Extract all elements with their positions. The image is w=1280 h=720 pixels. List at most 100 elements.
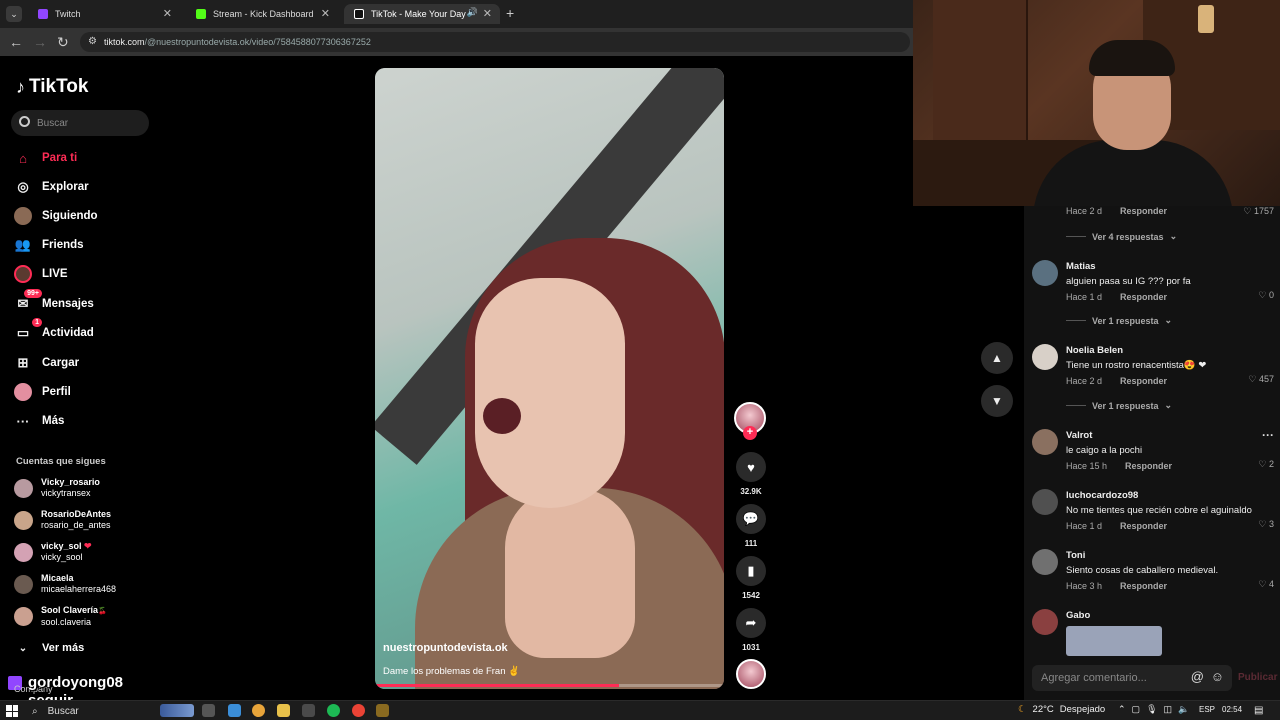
- reply-button[interactable]: Responder: [1120, 376, 1167, 386]
- video-player[interactable]: nuestropuntodevista.ok Dame los problema…: [375, 68, 724, 689]
- comments-panel: Hace 2 d Responder ♡ 1757 Ver 4 respuest…: [1024, 206, 1280, 666]
- comment-like[interactable]: ♡ 2: [1258, 459, 1274, 470]
- video-author[interactable]: nuestropuntodevista.ok: [383, 642, 508, 654]
- tiktok-note-icon: ♪: [16, 76, 25, 97]
- windows-start-icon[interactable]: [6, 705, 18, 717]
- taskbar-search[interactable]: ⌕ Buscar: [26, 703, 156, 719]
- tab-list-dropdown-icon[interactable]: ⌄: [6, 6, 22, 22]
- nav-friends[interactable]: 👥 Friends: [14, 233, 84, 257]
- app-icon[interactable]: [376, 704, 389, 717]
- nav-cargar[interactable]: ⊞ Cargar: [14, 351, 80, 375]
- tab-close-icon[interactable]: ✕: [163, 7, 172, 20]
- comment-user[interactable]: Noelia Belen: [1066, 345, 1206, 356]
- comment-user[interactable]: Toni: [1066, 550, 1218, 561]
- tab-close-icon[interactable]: ✕: [321, 7, 330, 20]
- forward-icon[interactable]: →: [33, 34, 47, 50]
- twitch-favicon-icon: [38, 9, 48, 19]
- view-replies-button[interactable]: Ver 1 respuesta ⌄: [1066, 315, 1172, 326]
- comment: Gabo: [1066, 610, 1162, 656]
- app-icon[interactable]: [352, 704, 365, 717]
- chevron-up-icon: ▲: [991, 351, 1003, 365]
- comment-user[interactable]: Matias: [1066, 261, 1191, 272]
- tab-twitch[interactable]: Twitch ✕: [28, 4, 180, 24]
- comment: Noelia Belen Tiene un rostro renacentist…: [1066, 345, 1206, 386]
- nav-para-ti[interactable]: ⌂ Para ti: [14, 146, 77, 170]
- avatar[interactable]: [1032, 609, 1058, 635]
- reply-button[interactable]: Responder: [1120, 292, 1167, 302]
- following-account[interactable]: Micaela micaelaherrera468: [14, 570, 116, 598]
- back-icon[interactable]: ←: [9, 34, 23, 50]
- nav-live[interactable]: LIVE: [14, 262, 68, 286]
- task-view-icon[interactable]: [202, 704, 215, 717]
- language-indicator[interactable]: ESP: [1199, 705, 1215, 714]
- nav-mensajes[interactable]: ✉ 99+ Mensajes: [14, 289, 94, 316]
- taskbar-widget-icon[interactable]: [160, 704, 194, 717]
- like-button[interactable]: ♥ 32.9K: [734, 452, 768, 496]
- tab-kick-dashboard[interactable]: Stream - Kick Dashboard ✕: [186, 4, 338, 24]
- store-icon[interactable]: [302, 704, 315, 717]
- audio-playing-icon[interactable]: 🔊: [467, 7, 478, 18]
- following-account[interactable]: Sool Clavería🍒 sool.claveria: [14, 602, 107, 630]
- search-input[interactable]: Buscar: [11, 110, 149, 136]
- comment-like[interactable]: ♡ 0: [1258, 290, 1274, 301]
- share-button[interactable]: ➦ 1031: [734, 608, 768, 652]
- spotify-icon[interactable]: [327, 704, 340, 717]
- tab-tiktok[interactable]: TikTok - Make Your Day 🔊 ✕: [344, 4, 500, 24]
- following-account[interactable]: Vicky_rosario vickytransex: [14, 474, 100, 502]
- comment-image[interactable]: [1066, 626, 1162, 656]
- avatar[interactable]: [1032, 429, 1058, 455]
- comment-button[interactable]: 💬 111: [734, 504, 768, 548]
- chrome-icon[interactable]: [252, 704, 265, 717]
- site-info-icon[interactable]: ⚙: [88, 36, 97, 47]
- reload-icon[interactable]: ↻: [57, 34, 69, 51]
- following-account[interactable]: RosarioDeAntes rosario_de_antes: [14, 506, 111, 534]
- url-bar[interactable]: ⚙ tiktok.com/@nuestropuntodevista.ok/vid…: [80, 32, 910, 52]
- emoji-icon[interactable]: ☺: [1211, 669, 1224, 684]
- see-more-button[interactable]: ⌄ Ver más: [14, 636, 84, 660]
- comment-like[interactable]: ♡ 3: [1258, 519, 1274, 530]
- next-video-button[interactable]: ▼: [981, 385, 1013, 417]
- avatar[interactable]: [1032, 260, 1058, 286]
- new-tab-icon[interactable]: +: [506, 5, 514, 21]
- nav-mas[interactable]: ··· Más: [14, 409, 65, 433]
- publish-button[interactable]: Publicar: [1238, 672, 1277, 683]
- view-replies-button[interactable]: Ver 4 respuestas ⌄: [1066, 231, 1177, 242]
- reply-button[interactable]: Responder: [1125, 461, 1172, 471]
- following-account[interactable]: vicky_sol ❤ vicky_sool: [14, 538, 92, 566]
- comment-like[interactable]: ♡ 4: [1258, 579, 1274, 590]
- system-tray[interactable]: ⌃ ▢ 🎙 ◫ 🔈: [1118, 704, 1189, 715]
- copilot-icon[interactable]: [228, 704, 241, 717]
- tiktok-logo[interactable]: ♪ TikTok: [16, 76, 88, 98]
- reply-button[interactable]: Responder: [1120, 581, 1167, 591]
- comment-like[interactable]: ♡ 1757: [1243, 206, 1274, 217]
- mention-icon[interactable]: @: [1191, 669, 1204, 684]
- file-explorer-icon[interactable]: [277, 704, 290, 717]
- avatar[interactable]: [1032, 344, 1058, 370]
- nav-label: LIVE: [42, 268, 68, 280]
- reply-button[interactable]: Responder: [1120, 521, 1167, 531]
- comment-user[interactable]: Gabo: [1066, 610, 1162, 621]
- comment-user[interactable]: Valrot: [1066, 430, 1172, 441]
- previous-video-button[interactable]: ▲: [981, 342, 1013, 374]
- video-progress-bar[interactable]: [375, 684, 724, 687]
- more-options-icon[interactable]: ···: [1262, 428, 1274, 442]
- follow-plus-icon[interactable]: +: [743, 426, 757, 440]
- taskbar-weather[interactable]: ☾ 22°C Despejado: [1018, 704, 1105, 715]
- nav-actividad[interactable]: ▭ 1 Actividad: [14, 318, 94, 345]
- reply-button[interactable]: Responder: [1120, 206, 1167, 216]
- activity-badge: 1: [32, 318, 42, 327]
- nav-siguiendo[interactable]: Siguiendo: [14, 204, 98, 228]
- comment-like[interactable]: ♡ 457: [1248, 374, 1274, 385]
- comment-user[interactable]: luchocardozo98: [1066, 490, 1252, 501]
- notifications-icon[interactable]: ▤: [1254, 705, 1263, 716]
- tab-close-icon[interactable]: ✕: [483, 7, 492, 20]
- save-button[interactable]: ▮ 1542: [734, 556, 768, 600]
- avatar[interactable]: [1032, 549, 1058, 575]
- comment-input[interactable]: Agregar comentario... @ ☺: [1032, 665, 1232, 691]
- sound-avatar[interactable]: [736, 659, 766, 689]
- clock[interactable]: 02:54: [1222, 705, 1242, 714]
- nav-explorar[interactable]: ◎ Explorar: [14, 175, 88, 199]
- avatar[interactable]: [1032, 489, 1058, 515]
- nav-perfil[interactable]: Perfil: [14, 380, 71, 404]
- view-replies-button[interactable]: Ver 1 respuesta ⌄: [1066, 400, 1172, 411]
